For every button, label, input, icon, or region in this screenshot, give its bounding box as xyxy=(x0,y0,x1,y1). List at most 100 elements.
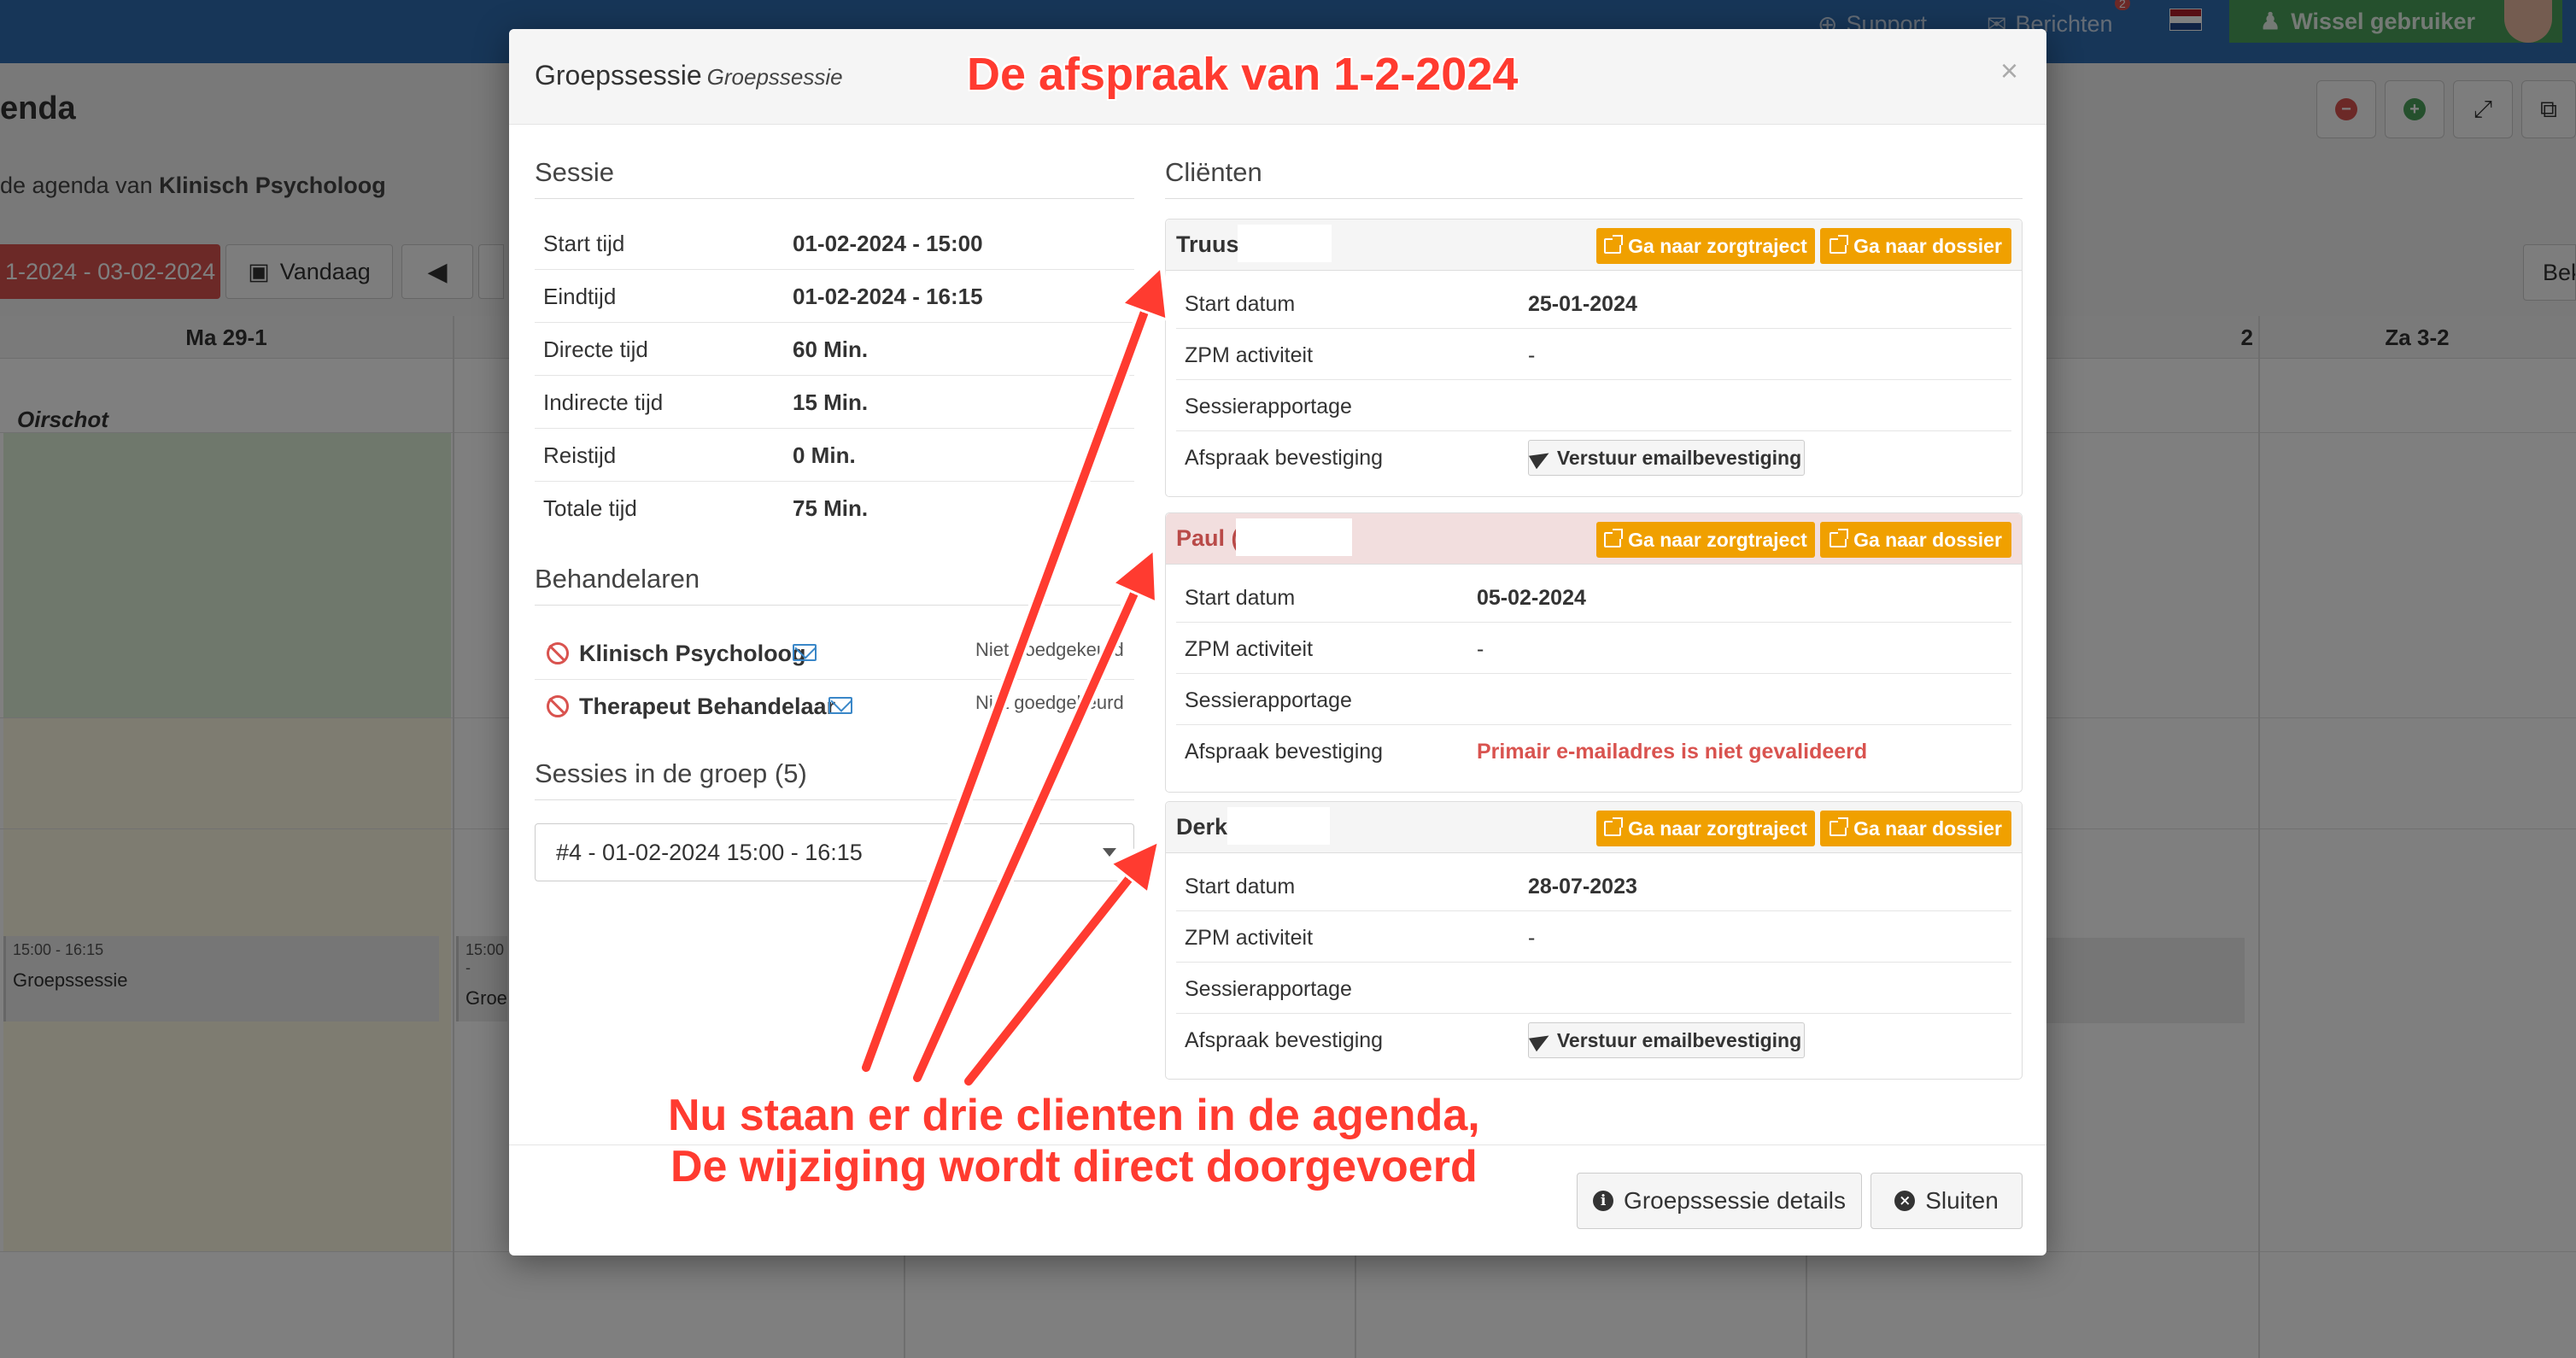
session-value: 01-02-2024 - 16:15 xyxy=(793,284,983,309)
client-label: Start datum xyxy=(1185,586,1296,610)
go-to-dossier-button[interactable]: Ga naar dossier xyxy=(1820,811,2011,846)
session-label: Reistijd xyxy=(543,442,617,468)
client-label: Sessierapportage xyxy=(1185,977,1352,1001)
close-icon[interactable]: × xyxy=(2000,53,2018,89)
paper-plane-icon xyxy=(1528,446,1553,470)
client-label: ZPM activiteit xyxy=(1185,343,1314,367)
client-row: Start datum 28-07-2023 xyxy=(1176,860,2011,911)
annotation-line: De wijziging wordt direct doorgevoerd xyxy=(670,1141,1478,1192)
client-row: Sessierapportage xyxy=(1176,674,2011,725)
external-link-icon xyxy=(1604,235,1624,254)
caret-down-icon xyxy=(1103,848,1116,857)
close-button[interactable]: × Sluiten xyxy=(1871,1173,2023,1229)
session-row: Reistijd 0 Min. xyxy=(535,429,1134,482)
annotation-title: De afspraak van 1-2-2024 xyxy=(966,48,1519,101)
client-row: Sessierapportage xyxy=(1176,380,2011,431)
client-value: 05-02-2024 xyxy=(1477,586,1586,610)
paper-plane-icon xyxy=(1528,1028,1553,1052)
client-label: Sessierapportage xyxy=(1185,688,1352,712)
zorgtraject-label: Ga naar zorgtraject xyxy=(1628,528,1807,551)
zorgtraject-label: Ga naar zorgtraject xyxy=(1628,817,1807,840)
client-row: Sessierapportage xyxy=(1176,963,2011,1014)
session-label: Directe tijd xyxy=(543,337,648,362)
external-link-icon xyxy=(1830,817,1849,836)
envelope-icon[interactable] xyxy=(793,644,817,661)
go-to-dossier-button[interactable]: Ga naar dossier xyxy=(1820,228,2011,264)
session-value: 75 Min. xyxy=(793,495,869,521)
go-to-zorgtraject-button[interactable]: Ga naar zorgtraject xyxy=(1596,522,1815,558)
session-value: 01-02-2024 - 15:00 xyxy=(793,231,983,256)
group-session-selected: #4 - 01-02-2024 15:00 - 16:15 xyxy=(556,840,863,865)
practitioner-row: Therapeut Behandelaar Niet goedgekeurd xyxy=(535,680,1134,733)
client-value: - xyxy=(1528,343,1536,367)
practitioner-status: Niet goedgekeurd xyxy=(975,639,1124,660)
session-row: Directe tijd 60 Min. xyxy=(535,323,1134,376)
section-clienten-heading: Cliënten xyxy=(1165,157,2023,199)
client-label: Start datum xyxy=(1185,292,1296,316)
close-label: Sluiten xyxy=(1925,1187,1999,1214)
send-email-confirmation-button[interactable]: Verstuur emailbevestiging xyxy=(1528,440,1805,476)
client-row: ZPM activiteit - xyxy=(1176,911,2011,963)
modal-title-text: Groepssessie xyxy=(535,60,702,91)
group-session-select[interactable]: #4 - 01-02-2024 15:00 - 16:15 xyxy=(535,823,1134,881)
group-session-details-button[interactable]: i Groepssessie details xyxy=(1577,1173,1862,1229)
session-value: 15 Min. xyxy=(793,389,869,415)
client-value: - xyxy=(1528,926,1536,950)
group-session-modal: Groepssessie Groepssessie × Sessie Start … xyxy=(509,29,2046,1256)
email-not-validated-warning: Primair e-mailadres is niet gevalideerd xyxy=(1477,740,1868,764)
client-label: Start datum xyxy=(1185,875,1296,899)
redaction-block xyxy=(1238,225,1332,262)
client-value: 25-01-2024 xyxy=(1528,292,1637,316)
modal-title-sub: Groepssessie xyxy=(706,64,843,90)
practitioner-row: Klinisch Psycholoog Niet goedgekeurd xyxy=(535,627,1134,680)
session-row: Eindtijd 01-02-2024 - 16:15 xyxy=(535,270,1134,323)
client-row: ZPM activiteit - xyxy=(1176,329,2011,380)
session-label: Indirecte tijd xyxy=(543,389,664,415)
client-label: Afspraak bevestiging xyxy=(1185,1028,1384,1052)
client-label: ZPM activiteit xyxy=(1185,926,1314,950)
client-panel: Truus Ga naar zorgtraject Ga naar dossie… xyxy=(1165,219,2023,497)
practitioner-name: Therapeut Behandelaar xyxy=(579,694,836,719)
redaction-block xyxy=(1227,807,1330,845)
session-row: Indirecte tijd 15 Min. xyxy=(535,376,1134,429)
info-icon: i xyxy=(1593,1191,1614,1211)
session-label: Eindtijd xyxy=(543,284,617,309)
ban-icon xyxy=(547,642,569,664)
practitioner-name: Klinisch Psycholoog xyxy=(579,641,806,666)
session-value: 60 Min. xyxy=(793,337,869,362)
external-link-icon xyxy=(1604,817,1624,836)
client-name: Paul ( xyxy=(1176,525,1239,551)
session-row: Start tijd 01-02-2024 - 15:00 xyxy=(535,217,1134,270)
client-header: Derk Ga naar zorgtraject Ga naar dossier xyxy=(1166,802,2022,853)
session-label: Start tijd xyxy=(543,231,625,256)
annotation-body: Nu staan er drie clienten in de agenda, … xyxy=(667,1090,1481,1192)
times-circle-icon: × xyxy=(1894,1191,1916,1211)
redaction-block xyxy=(1236,518,1352,556)
client-panel: Derk Ga naar zorgtraject Ga naar dossier… xyxy=(1165,801,2023,1080)
dossier-label: Ga naar dossier xyxy=(1853,528,2002,551)
section-behandelaren-heading: Behandelaren xyxy=(535,564,1134,606)
envelope-icon[interactable] xyxy=(828,697,852,714)
section-groep-heading: Sessies in de groep (5) xyxy=(535,758,1134,800)
client-label: ZPM activiteit xyxy=(1185,637,1314,661)
client-header: Paul ( Ga naar zorgtraject Ga naar dossi… xyxy=(1166,513,2022,565)
section-sessie-heading: Sessie xyxy=(535,157,1134,199)
dossier-label: Ga naar dossier xyxy=(1853,234,2002,257)
send-email-confirmation-button[interactable]: Verstuur emailbevestiging xyxy=(1528,1022,1805,1058)
go-to-dossier-button[interactable]: Ga naar dossier xyxy=(1820,522,2011,558)
practitioner-status: Niet goedgekeurd xyxy=(975,692,1124,713)
client-label: Afspraak bevestiging xyxy=(1185,740,1384,764)
client-label: Sessierapportage xyxy=(1185,395,1352,419)
go-to-zorgtraject-button[interactable]: Ga naar zorgtraject xyxy=(1596,811,1815,846)
client-header: Truus Ga naar zorgtraject Ga naar dossie… xyxy=(1166,220,2022,271)
client-row: Afspraak bevestiging Primair e-mailadres… xyxy=(1176,725,2011,776)
zorgtraject-label: Ga naar zorgtraject xyxy=(1628,234,1807,257)
go-to-zorgtraject-button[interactable]: Ga naar zorgtraject xyxy=(1596,228,1815,264)
client-row: Start datum 05-02-2024 xyxy=(1176,571,2011,623)
send-email-label: Verstuur emailbevestiging xyxy=(1556,1028,1802,1051)
client-row: Start datum 25-01-2024 xyxy=(1176,278,2011,329)
client-panel: Paul ( Ga naar zorgtraject Ga naar dossi… xyxy=(1165,512,2023,793)
external-link-icon xyxy=(1604,529,1624,547)
client-row: ZPM activiteit - xyxy=(1176,623,2011,674)
client-name: Truus xyxy=(1176,231,1239,257)
